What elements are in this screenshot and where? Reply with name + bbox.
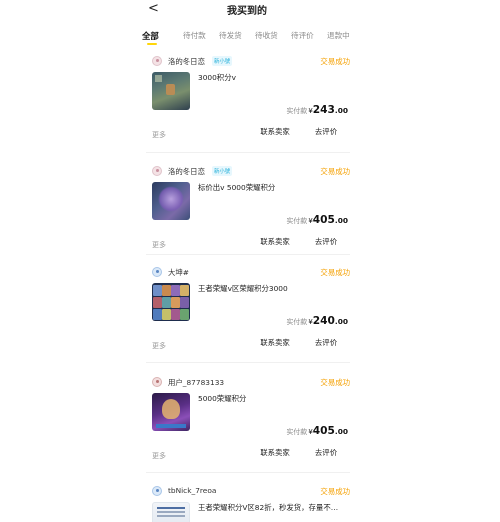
order-card[interactable]: 洛的冬日恋 新小號 交易成功 3000积分v 实付款¥243.00 更多 联系卖…	[142, 50, 352, 152]
active-tab-indicator	[147, 43, 157, 45]
divider	[146, 362, 350, 363]
tab-pending-review[interactable]: 待评价	[291, 30, 314, 41]
more-link[interactable]: 更多	[152, 130, 166, 140]
contact-seller-button[interactable]: 联系卖家	[250, 234, 300, 250]
product-title[interactable]: 3000积分v	[198, 72, 348, 83]
order-status-tabs: 全部 待付款 待发货 待收货 待评价 退款中	[142, 30, 352, 48]
price-decimal: .00	[334, 427, 348, 436]
seller-name[interactable]: 用户_87783133	[168, 377, 224, 388]
top-bar: < 我买到的	[142, 0, 352, 22]
seller-name[interactable]: tbNick_7reoa	[168, 486, 216, 495]
seller-name[interactable]: 洛的冬日恋	[168, 166, 205, 177]
product-thumbnail[interactable]	[152, 502, 190, 522]
product-thumbnail[interactable]	[152, 393, 190, 431]
user-avatar-icon[interactable]	[152, 267, 162, 277]
price-decimal: .00	[334, 317, 348, 326]
orders-page: < 我买到的 全部 待付款 待发货 待收货 待评价 退款中 洛的冬日恋 新小號 …	[142, 0, 352, 522]
product-thumbnail[interactable]	[152, 182, 190, 220]
price-integer: 240	[312, 315, 335, 327]
contact-seller-button[interactable]: 联系卖家	[250, 124, 300, 140]
page-title: 我买到的	[227, 6, 267, 17]
more-link[interactable]: 更多	[152, 341, 166, 351]
price-integer: 405	[312, 425, 335, 437]
user-avatar-icon[interactable]	[152, 377, 162, 387]
tab-pending-receipt[interactable]: 待收货	[255, 30, 278, 41]
order-card[interactable]: 大坤# 交易成功 王者荣耀v区荣耀积分3000 实付款¥240.00 更多 联系…	[142, 261, 352, 363]
seller-name[interactable]: 大坤#	[168, 267, 189, 278]
write-review-button[interactable]: 去评价	[303, 335, 349, 351]
user-avatar-icon[interactable]	[152, 166, 162, 176]
contact-seller-button[interactable]: 联系卖家	[250, 445, 300, 461]
order-status: 交易成功	[320, 57, 350, 66]
price-label: 实付款	[286, 428, 308, 436]
product-thumbnail[interactable]	[152, 283, 190, 321]
price-integer: 243	[312, 104, 335, 116]
paid-amount: 实付款¥240.00	[286, 309, 348, 328]
write-review-button[interactable]: 去评价	[303, 234, 349, 250]
tab-all[interactable]: 全部	[142, 30, 159, 42]
tab-pending-payment[interactable]: 待付款	[183, 30, 206, 41]
user-avatar-icon[interactable]	[152, 56, 162, 66]
product-thumbnail[interactable]	[152, 72, 190, 110]
write-review-button[interactable]: 去评价	[303, 124, 349, 140]
price-integer: 405	[312, 214, 335, 226]
user-avatar-icon[interactable]	[152, 486, 162, 496]
more-link[interactable]: 更多	[152, 240, 166, 250]
price-label: 实付款	[286, 318, 308, 326]
price-label: 实付款	[286, 107, 308, 115]
product-title[interactable]: 5000荣耀积分	[198, 393, 348, 404]
price-decimal: .00	[334, 106, 348, 115]
price-label: 实付款	[286, 217, 308, 225]
order-status: 交易成功	[320, 487, 350, 496]
paid-amount: 实付款¥405.00	[286, 419, 348, 438]
write-review-button[interactable]: 去评价	[303, 445, 349, 461]
divider	[146, 254, 350, 255]
contact-seller-button[interactable]: 联系卖家	[250, 335, 300, 351]
order-card[interactable]: tbNick_7reoa 交易成功 王者荣耀积分Ⅴ区82折，秒发货，存量不…	[142, 480, 352, 522]
seller-name[interactable]: 洛的冬日恋	[168, 56, 205, 67]
product-title[interactable]: 王者荣耀v区荣耀积分3000	[198, 283, 348, 294]
product-title[interactable]: 标价出v 5000荣耀积分	[198, 182, 348, 193]
divider	[146, 152, 350, 153]
tab-pending-shipment[interactable]: 待发货	[219, 30, 242, 41]
paid-amount: 实付款¥405.00	[286, 208, 348, 227]
order-status: 交易成功	[320, 268, 350, 277]
product-title[interactable]: 王者荣耀积分Ⅴ区82折，秒发货，存量不…	[198, 502, 348, 513]
seller-badge: 新小號	[212, 166, 233, 176]
order-status: 交易成功	[320, 378, 350, 387]
order-status: 交易成功	[320, 167, 350, 176]
divider	[146, 472, 350, 473]
seller-badge: 新小號	[212, 56, 233, 66]
order-card[interactable]: 洛的冬日恋 新小號 交易成功 标价出v 5000荣耀积分 实付款¥405.00 …	[142, 160, 352, 262]
more-link[interactable]: 更多	[152, 451, 166, 461]
paid-amount: 实付款¥243.00	[286, 98, 348, 117]
price-decimal: .00	[334, 216, 348, 225]
tab-refunding[interactable]: 退款中	[327, 30, 350, 41]
order-card[interactable]: 用户_87783133 交易成功 5000荣耀积分 实付款¥405.00 更多 …	[142, 371, 352, 473]
